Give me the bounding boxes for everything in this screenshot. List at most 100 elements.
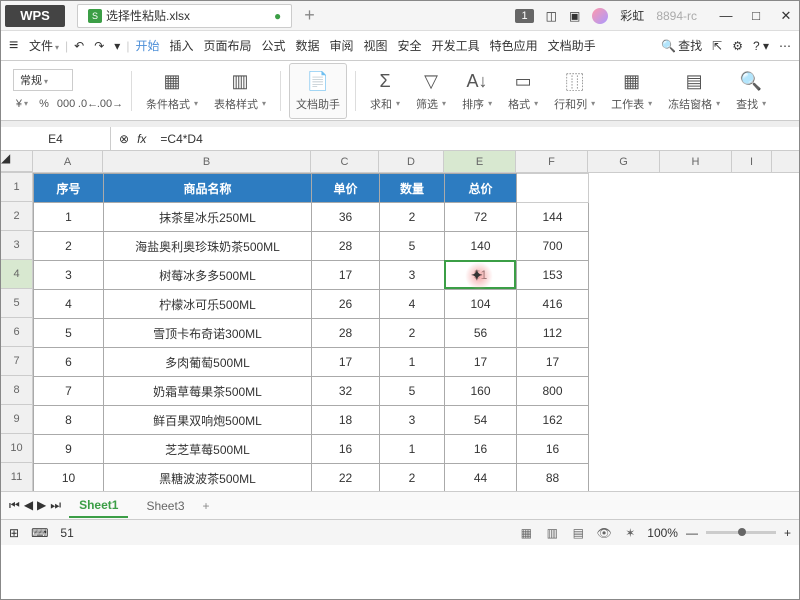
cell[interactable]: 28 — [312, 232, 380, 261]
cell[interactable]: 44 — [445, 464, 517, 492]
qat-dropdown-icon[interactable]: ▾ — [110, 39, 124, 53]
cell[interactable]: 4 — [34, 290, 104, 319]
cell[interactable]: 2 — [34, 232, 104, 261]
cell[interactable]: 6 — [34, 348, 104, 377]
col-header-F[interactable]: F — [516, 151, 588, 172]
status-mode-icon[interactable]: ⊞ — [9, 526, 19, 540]
document-tab[interactable]: S 选择性粘贴.xlsx ● — [77, 4, 292, 28]
cell[interactable]: 5 — [380, 377, 445, 406]
formula-input[interactable]: =C4*D4 — [154, 132, 799, 146]
cell[interactable]: 416 — [517, 290, 589, 319]
cell[interactable]: 72 — [445, 203, 517, 232]
cell[interactable]: 160 — [445, 377, 517, 406]
cell[interactable]: 700 — [517, 232, 589, 261]
tab-insert[interactable]: 插入 — [165, 34, 197, 57]
doc-helper-button[interactable]: 📄文档助手 — [289, 63, 347, 119]
cell[interactable]: 17 — [445, 348, 517, 377]
cell[interactable]: 7 — [34, 377, 104, 406]
cell[interactable]: 10 — [34, 464, 104, 492]
col-header-A[interactable]: A — [33, 151, 103, 172]
tab-review[interactable]: 审阅 — [326, 34, 358, 57]
worksheet-button[interactable]: ▦工作表 — [605, 70, 658, 112]
cell[interactable]: 140 — [445, 232, 517, 261]
sheet-tab-3[interactable]: Sheet3 — [136, 495, 194, 517]
sort-button[interactable]: A↓排序 — [456, 70, 498, 112]
row-header-1[interactable]: 1 — [1, 173, 33, 202]
row-header-8[interactable]: 8 — [1, 376, 33, 405]
redo-icon[interactable]: ↷ — [90, 39, 108, 53]
cell[interactable]: 54 — [445, 406, 517, 435]
cell[interactable]: 16 — [517, 435, 589, 464]
cell[interactable]: 104 — [445, 290, 517, 319]
cell[interactable]: 雪顶卡布奇诺300ML — [104, 319, 312, 348]
fx-icon[interactable]: fx — [137, 132, 146, 146]
cell[interactable]: 32 — [312, 377, 380, 406]
cell[interactable]: 1 — [34, 203, 104, 232]
cell[interactable]: 144 — [517, 203, 589, 232]
undo-icon[interactable]: ↶ — [70, 39, 88, 53]
cell[interactable]: 8 — [34, 406, 104, 435]
decrease-decimal-icon[interactable]: .0← — [79, 95, 97, 113]
share-icon[interactable]: ⇱ — [712, 39, 722, 53]
cell[interactable]: 柠檬冰可乐500ML — [104, 290, 312, 319]
table-header[interactable]: 商品名称 — [104, 174, 312, 203]
cell[interactable]: 18 — [312, 406, 380, 435]
cell[interactable]: 36 — [312, 203, 380, 232]
col-header-H[interactable]: H — [660, 151, 732, 172]
cell[interactable]: 多肉葡萄500ML — [104, 348, 312, 377]
sheet-nav-first-icon[interactable]: ⏮ — [9, 498, 20, 513]
cloud-icon[interactable]: ◫ — [546, 9, 557, 23]
minimize-button[interactable]: — — [717, 8, 735, 24]
row-header-11[interactable]: 11 — [1, 463, 33, 491]
comma-icon[interactable]: 000 — [57, 95, 75, 113]
cell[interactable]: 16 — [445, 435, 517, 464]
cell[interactable]: 海盐奥利奥珍珠奶茶500ML — [104, 232, 312, 261]
cell[interactable]: 112 — [517, 319, 589, 348]
cell[interactable]: 17 — [312, 261, 380, 290]
table-header[interactable]: 单价 — [312, 174, 380, 203]
tab-data[interactable]: 数据 — [292, 34, 324, 57]
cell[interactable]: 800 — [517, 377, 589, 406]
table-header[interactable]: 序号 — [34, 174, 104, 203]
cell[interactable]: 4 — [380, 290, 445, 319]
select-all-corner[interactable]: ◢ — [1, 151, 33, 172]
col-header-D[interactable]: D — [379, 151, 444, 172]
cell[interactable]: 28 — [312, 319, 380, 348]
currency-icon[interactable]: ¥ — [13, 95, 31, 113]
cell[interactable]: 16 — [312, 435, 380, 464]
sum-button[interactable]: Σ求和 — [364, 70, 406, 112]
sheet-nav-prev-icon[interactable]: ◀ — [24, 498, 33, 513]
close-button[interactable]: ✕ — [777, 8, 795, 24]
cell[interactable]: 88 — [517, 464, 589, 492]
theme-icon[interactable]: ▣ — [569, 9, 580, 23]
cell[interactable]: 2 — [380, 319, 445, 348]
add-sheet-button[interactable]: + — [203, 499, 210, 513]
zoom-out-button[interactable]: — — [686, 526, 698, 540]
cell[interactable]: 3 — [34, 261, 104, 290]
sheet-nav-last-icon[interactable]: ⏭ — [50, 498, 61, 513]
tab-devtools[interactable]: 开发工具 — [428, 34, 484, 57]
settings-icon[interactable]: ⚙ — [732, 39, 743, 53]
view-break-icon[interactable]: ▤ — [569, 524, 587, 542]
zoom-label[interactable]: 100% — [647, 526, 678, 540]
find-button[interactable]: 🔍查找 — [730, 70, 772, 112]
maximize-button[interactable]: □ — [747, 8, 765, 24]
col-header-I[interactable]: I — [732, 151, 772, 172]
input-mode-icon[interactable]: ⌨ — [31, 526, 48, 540]
cell[interactable]: 5 — [380, 232, 445, 261]
rowcol-button[interactable]: ⿲行和列 — [548, 70, 601, 112]
cell[interactable]: 162 — [517, 406, 589, 435]
view-focus-icon[interactable]: ✶ — [621, 524, 639, 542]
sheet-nav-next-icon[interactable]: ▶ — [37, 498, 46, 513]
notification-badge[interactable]: 1 — [515, 9, 533, 23]
row-header-5[interactable]: 5 — [1, 289, 33, 318]
zoom-slider[interactable] — [706, 531, 776, 534]
sheet-tab-1[interactable]: Sheet1 — [69, 494, 128, 518]
col-header-G[interactable]: G — [588, 151, 660, 172]
row-header-3[interactable]: 3 — [1, 231, 33, 260]
cell[interactable]: 22 — [312, 464, 380, 492]
cell[interactable]: 1 — [380, 348, 445, 377]
cell[interactable]: 鲜百果双响炮500ML — [104, 406, 312, 435]
cell[interactable]: 2 — [380, 203, 445, 232]
cell[interactable] — [517, 174, 589, 203]
